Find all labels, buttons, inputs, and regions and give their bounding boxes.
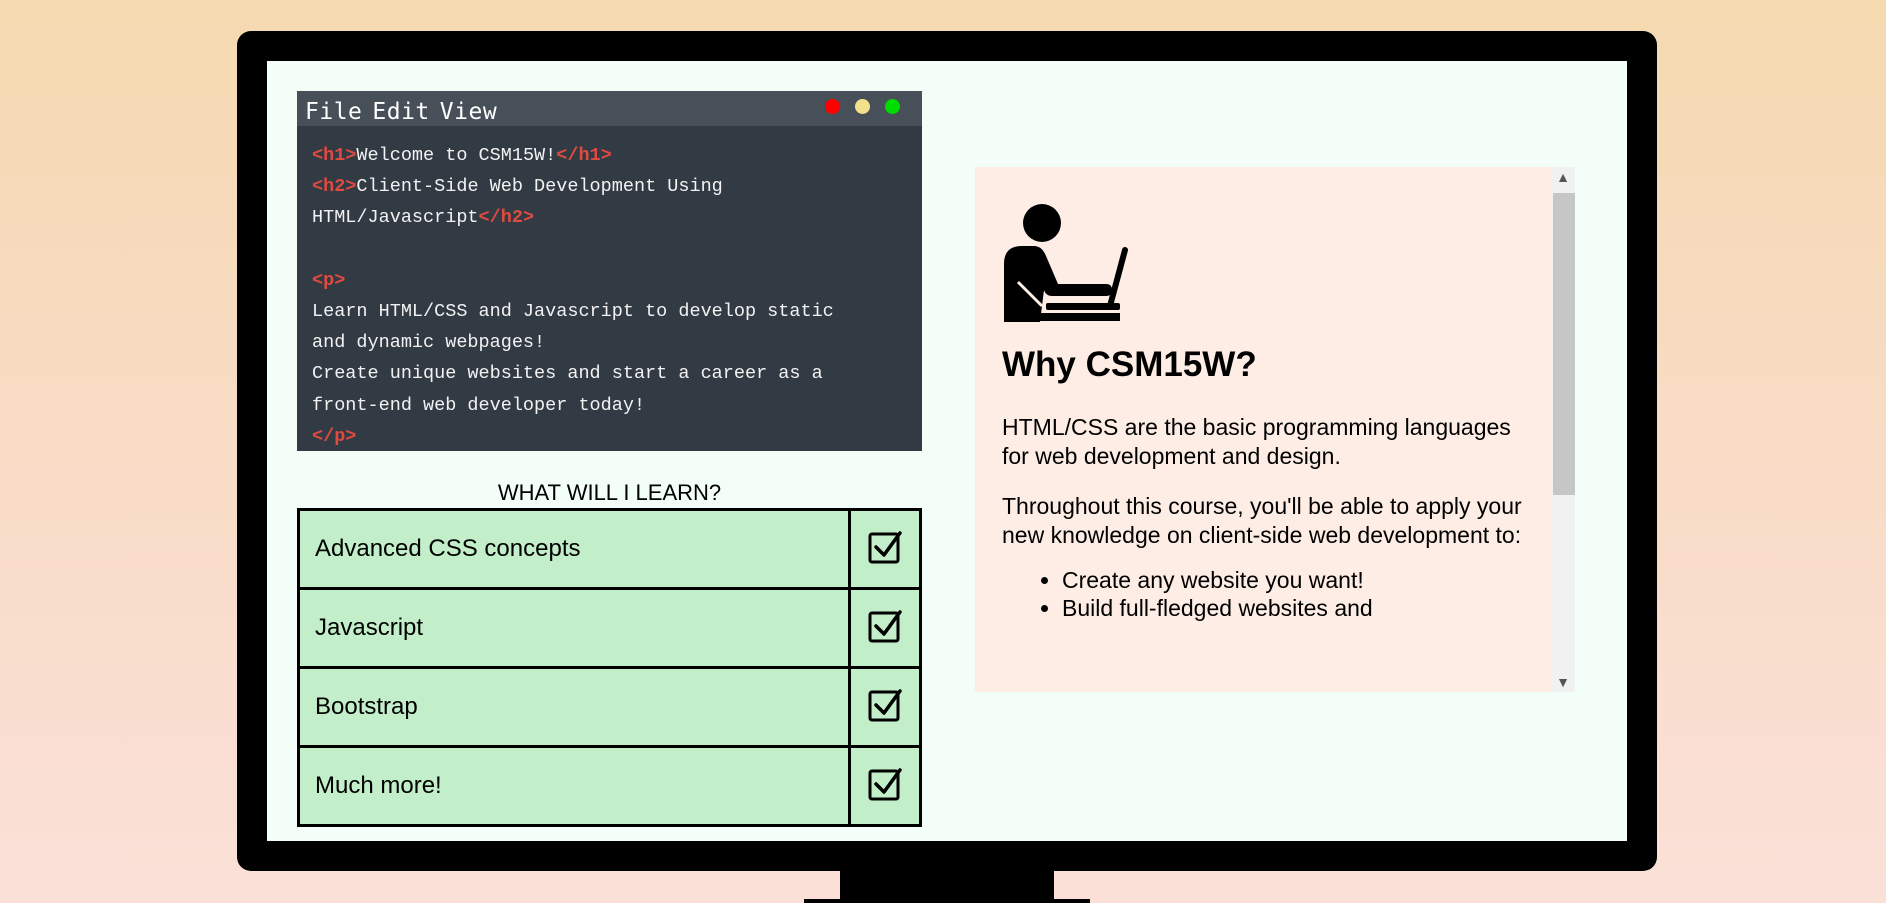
code-tag: <h2> [312,176,357,198]
learn-item-check [848,587,922,669]
checkbox-checked-icon [867,767,903,806]
code-editor: File Edit View <h1>Welcome to CSM15W!</h1>… [297,91,922,451]
panel-paragraph-1: HTML/CSS are the basic programming langu… [1002,414,1511,469]
code-text: Welcome to CSM15W! [356,145,557,166]
menu-view[interactable]: View [440,99,497,125]
learn-item-label: Javascript [297,587,851,669]
table-row: Advanced CSS concepts [297,508,922,590]
learn-item-check [848,508,922,590]
why-panel[interactable]: Why CSM15W? HTML/CSS are the basic progr… [975,167,1575,692]
code-text: HTML/Javascript [312,207,479,229]
code-tag: <h1> [312,145,357,166]
code-text: Create unique websites and start a caree… [312,363,823,385]
checkbox-checked-icon [867,688,903,727]
code-text: Client-Side Web Development Using [356,176,723,198]
panel-paragraph-2: Throughout this course, you'll be able t… [1002,493,1522,548]
editor-title-bar: File Edit View [297,91,922,126]
code-text: and dynamic webpages! [312,332,546,354]
close-dot[interactable] [825,99,840,114]
code-tag: </p> [312,425,357,447]
monitor-screen: File Edit View <h1>Welcome to CSM15W!</h1>… [267,61,1627,841]
scroll-down-icon[interactable]: ▼ [1551,674,1575,690]
checkbox-checked-icon [867,609,903,648]
panel-heading: Why CSM15W? [1002,345,1257,384]
learn-item-label: Much more! [297,745,851,827]
menu-edit[interactable]: Edit [372,99,429,125]
code-line: <h2>Client-Side Web Development Using [312,171,907,202]
code-tag: </h2> [478,207,535,229]
table-row: Much more! [297,745,922,827]
code-text: front-end web developer today! [312,394,646,416]
list-item: Build full-fledged websites and [1062,594,1527,622]
code-line: Learn HTML/CSS and Javascript to develop… [312,296,907,327]
checkbox-checked-icon [867,530,903,569]
learn-table: Advanced CSS concepts Javascript Bootstrap… [297,508,922,827]
code-line: Create unique websites and start a caree… [312,358,907,389]
code-line: </p> [312,421,907,451]
learn-item-label: Advanced CSS concepts [297,508,851,590]
code-content: <h1>Welcome to CSM15W!</h1> <h2>Client-Si… [297,126,922,451]
scroll-up-icon[interactable]: ▲ [1551,169,1575,185]
maximize-dot[interactable] [885,99,900,114]
person-laptop-icon [1004,204,1128,322]
learn-item-check [848,666,922,748]
code-line: <h1>Welcome to CSM15W!</h1> [312,140,907,171]
learn-item-check [848,745,922,827]
learn-item-label: Bootstrap [297,666,851,748]
table-row: Javascript [297,587,922,669]
monitor-stand-base [804,899,1090,903]
table-row: Bootstrap [297,666,922,748]
window-controls [825,99,900,114]
scrollbar-thumb[interactable] [1553,193,1575,495]
code-text: Learn HTML/CSS and Javascript to develop… [312,301,834,322]
editor-menu: File Edit View [305,99,507,125]
code-tag: </h1> [556,145,612,166]
code-tag: <p> [312,269,346,291]
panel-bullet-list: Create any website you want! Build full-… [1002,566,1527,622]
menu-file[interactable]: File [305,99,362,125]
panel-scrollbar[interactable]: ▲ ▼ [1551,167,1575,692]
code-line: front-end web developer today! [312,390,907,421]
code-line: and dynamic webpages! [312,327,907,358]
code-line: HTML/Javascript</h2> [312,202,907,233]
list-item: Create any website you want! [1062,566,1527,594]
minimize-dot[interactable] [855,99,870,114]
learn-title: WHAT WILL I LEARN? [497,480,722,505]
code-line: <p> [312,265,907,296]
